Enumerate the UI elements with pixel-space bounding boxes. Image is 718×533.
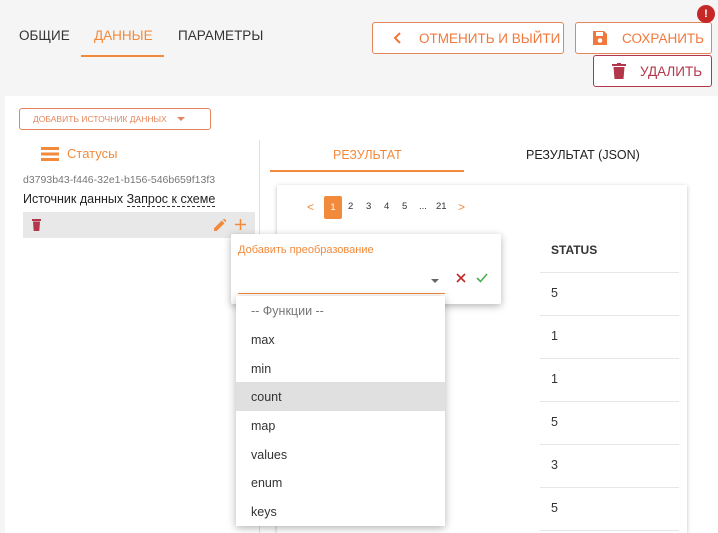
caret-down-icon[interactable]	[431, 279, 439, 283]
dropdown-option-keys[interactable]: keys	[236, 497, 445, 526]
dropdown-option-enum[interactable]: enum	[236, 468, 445, 497]
tab-parameters[interactable]: ПАРАМЕТРЫ	[178, 28, 263, 43]
table-cell-status: 3	[551, 458, 558, 472]
source-line: Источник данных Запрос к схеме	[23, 192, 216, 207]
status-column-header: STATUS	[551, 243, 598, 257]
caret-down-icon	[176, 117, 185, 121]
cancel-exit-label: ОТМЕНИТЬ И ВЫЙТИ	[419, 30, 561, 46]
trash-icon[interactable]	[32, 219, 41, 231]
pagination-page-4[interactable]: 4	[384, 201, 389, 212]
tab-result[interactable]: РЕЗУЛЬТАТ	[333, 148, 402, 162]
save-button[interactable]: СОХРАНИТЬ	[575, 22, 712, 54]
dropdown-option-map[interactable]: map	[236, 411, 445, 440]
pagination-page-2[interactable]: 2	[348, 201, 353, 212]
add-transformation-popup: Добавить преобразование	[231, 234, 501, 304]
pagination-ellipsis: ...	[419, 201, 427, 212]
active-tab-indicator	[81, 55, 164, 57]
chevron-left-icon	[393, 32, 401, 44]
table-row-divider	[540, 444, 679, 445]
table-row-divider	[540, 272, 679, 273]
dropdown-option-values[interactable]: values	[236, 440, 445, 469]
table-row-divider	[540, 358, 679, 359]
result-tab-indicator	[270, 170, 464, 172]
tab-general[interactable]: ОБЩИЕ	[19, 28, 70, 43]
popup-title: Добавить преобразование	[238, 244, 374, 256]
dropdown-option-max[interactable]: max	[236, 325, 445, 354]
delete-button[interactable]: УДАЛИТЬ	[593, 55, 712, 87]
save-label: СОХРАНИТЬ	[622, 30, 705, 46]
function-select[interactable]	[238, 268, 445, 294]
pagination-prev[interactable]: <	[307, 200, 314, 214]
pagination-page-3[interactable]: 3	[366, 201, 371, 212]
source-prefix: Источник данных	[23, 192, 124, 206]
source-id: d3793b43-f446-32e1-b156-546b659f13f3	[23, 174, 216, 186]
functions-dropdown: -- Функции -- max min count map values e…	[236, 296, 445, 526]
table-cell-status: 5	[551, 415, 558, 429]
source-header[interactable]: Статусы	[41, 146, 117, 161]
table-row-divider	[540, 315, 679, 316]
table-cell-status: 5	[551, 501, 558, 515]
pagination-page-5[interactable]: 5	[402, 201, 407, 212]
source-title: Статусы	[67, 146, 118, 161]
tab-result-json[interactable]: РЕЗУЛЬТАТ (JSON)	[526, 148, 640, 162]
pagination-page-21[interactable]: 21	[436, 201, 447, 212]
tab-data[interactable]: ДАННЫЕ	[94, 28, 153, 43]
pencil-icon[interactable]	[214, 219, 226, 231]
pagination-page-1[interactable]: 1	[324, 196, 342, 219]
add-data-source-label: ДОБАВИТЬ ИСТОЧНИК ДАННЫХ	[33, 114, 167, 124]
source-query-link[interactable]: Запрос к схеме	[126, 192, 216, 207]
table-row-divider	[540, 401, 679, 402]
confirm-check-icon[interactable]	[476, 273, 488, 283]
cancel-x-icon[interactable]	[456, 273, 466, 283]
cancel-exit-button[interactable]: ОТМЕНИТЬ И ВЫЙТИ	[372, 22, 564, 54]
list-icon	[41, 146, 59, 161]
table-cell-status: 5	[551, 286, 558, 300]
pagination-next[interactable]: >	[458, 200, 465, 214]
floppy-disk-icon	[593, 31, 607, 45]
table-row-divider	[540, 487, 679, 488]
table-cell-status: 1	[551, 329, 558, 343]
table-cell-status: 1	[551, 372, 558, 386]
add-data-source-button[interactable]: ДОБАВИТЬ ИСТОЧНИК ДАННЫХ	[19, 108, 211, 130]
trash-icon	[612, 63, 626, 79]
dropdown-placeholder: -- Функции --	[251, 303, 324, 318]
plus-icon[interactable]	[235, 219, 246, 230]
dropdown-option-min[interactable]: min	[236, 354, 445, 383]
table-row-divider	[540, 530, 679, 531]
delete-label: УДАЛИТЬ	[640, 63, 703, 79]
dropdown-option-count[interactable]: count	[236, 382, 445, 411]
unsaved-badge: !	[697, 5, 715, 23]
